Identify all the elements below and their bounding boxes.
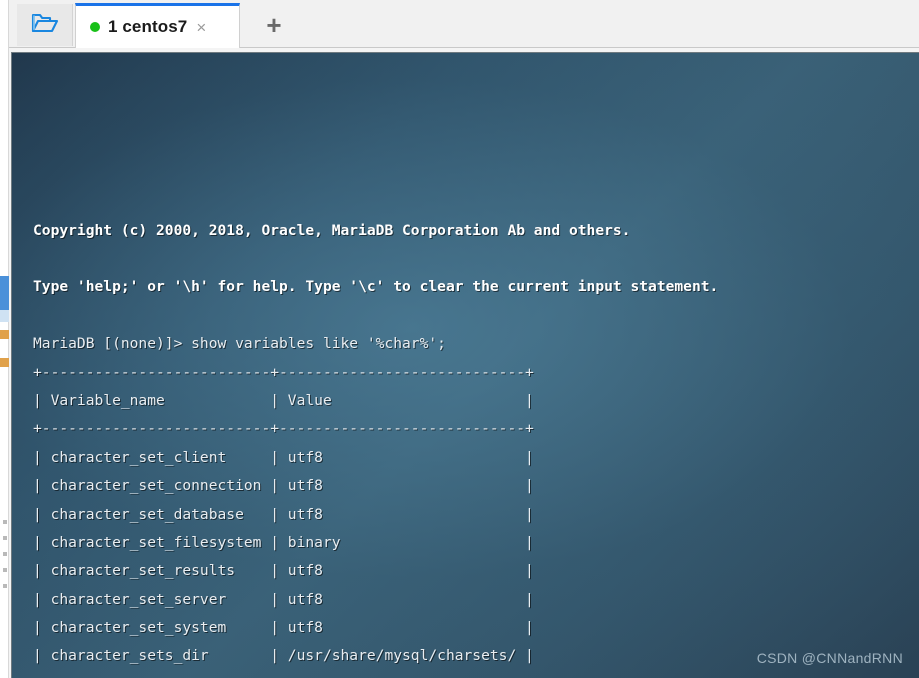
tab-bar: 1 centos7 × + bbox=[9, 0, 919, 48]
new-tab-button[interactable]: + bbox=[257, 10, 291, 40]
terminal-line: | character_set_filesystem | binary | bbox=[33, 533, 534, 551]
green-status-dot-icon bbox=[90, 22, 100, 32]
terminal-line: +--------------------------+------------… bbox=[33, 671, 919, 678]
rail-segment-orange bbox=[0, 330, 9, 339]
rail-dot bbox=[3, 552, 7, 556]
terminal-line: MariaDB [(none)]> show variables like '%… bbox=[33, 335, 446, 353]
rail-dot bbox=[3, 568, 7, 572]
terminal-line: +--------------------------+------------… bbox=[33, 363, 534, 381]
tab-centos7[interactable]: 1 centos7 × bbox=[75, 3, 240, 48]
terminal-line: | character_set_client | utf8 | bbox=[33, 448, 534, 466]
terminal-line: | character_set_system | utf8 | bbox=[33, 619, 534, 637]
close-icon[interactable]: × bbox=[196, 19, 206, 36]
terminal-output: Copyright (c) 2000, 2018, Oracle, MariaD… bbox=[33, 53, 919, 678]
rail-dot bbox=[3, 584, 7, 588]
terminal-line: | character_set_server | utf8 | bbox=[33, 590, 534, 608]
folder-open-icon bbox=[30, 11, 60, 40]
rail-dot bbox=[3, 536, 7, 540]
terminal-top-padding bbox=[33, 110, 919, 160]
tab-label: 1 centos7 bbox=[108, 17, 188, 36]
rail-dot bbox=[3, 520, 7, 524]
rail-segment-blue-2 bbox=[0, 310, 9, 322]
terminal-app-window: 1 centos7 × + Copyright (c) 2000, 2018, … bbox=[0, 0, 919, 678]
terminal-line: +--------------------------+------------… bbox=[33, 420, 534, 438]
terminal-line: | character_set_connection | utf8 | bbox=[33, 477, 534, 495]
left-sidebar-rail bbox=[0, 0, 9, 678]
terminal-line: Copyright (c) 2000, 2018, Oracle, MariaD… bbox=[33, 221, 631, 239]
terminal-line: | character_set_database | utf8 | bbox=[33, 505, 534, 523]
open-session-folder-button[interactable] bbox=[17, 4, 73, 46]
terminal-line: | Variable_name | Value | bbox=[33, 391, 534, 409]
rail-segment-blue bbox=[0, 276, 9, 310]
terminal-screen[interactable]: Copyright (c) 2000, 2018, Oracle, MariaD… bbox=[11, 52, 919, 678]
watermark-text: CSDN @CNNandRNN bbox=[756, 650, 903, 666]
terminal-line: | character_set_results | utf8 | bbox=[33, 562, 534, 580]
terminal-line: Type 'help;' or '\h' for help. Type '\c'… bbox=[33, 278, 719, 296]
rail-segment-orange-2 bbox=[0, 358, 9, 367]
